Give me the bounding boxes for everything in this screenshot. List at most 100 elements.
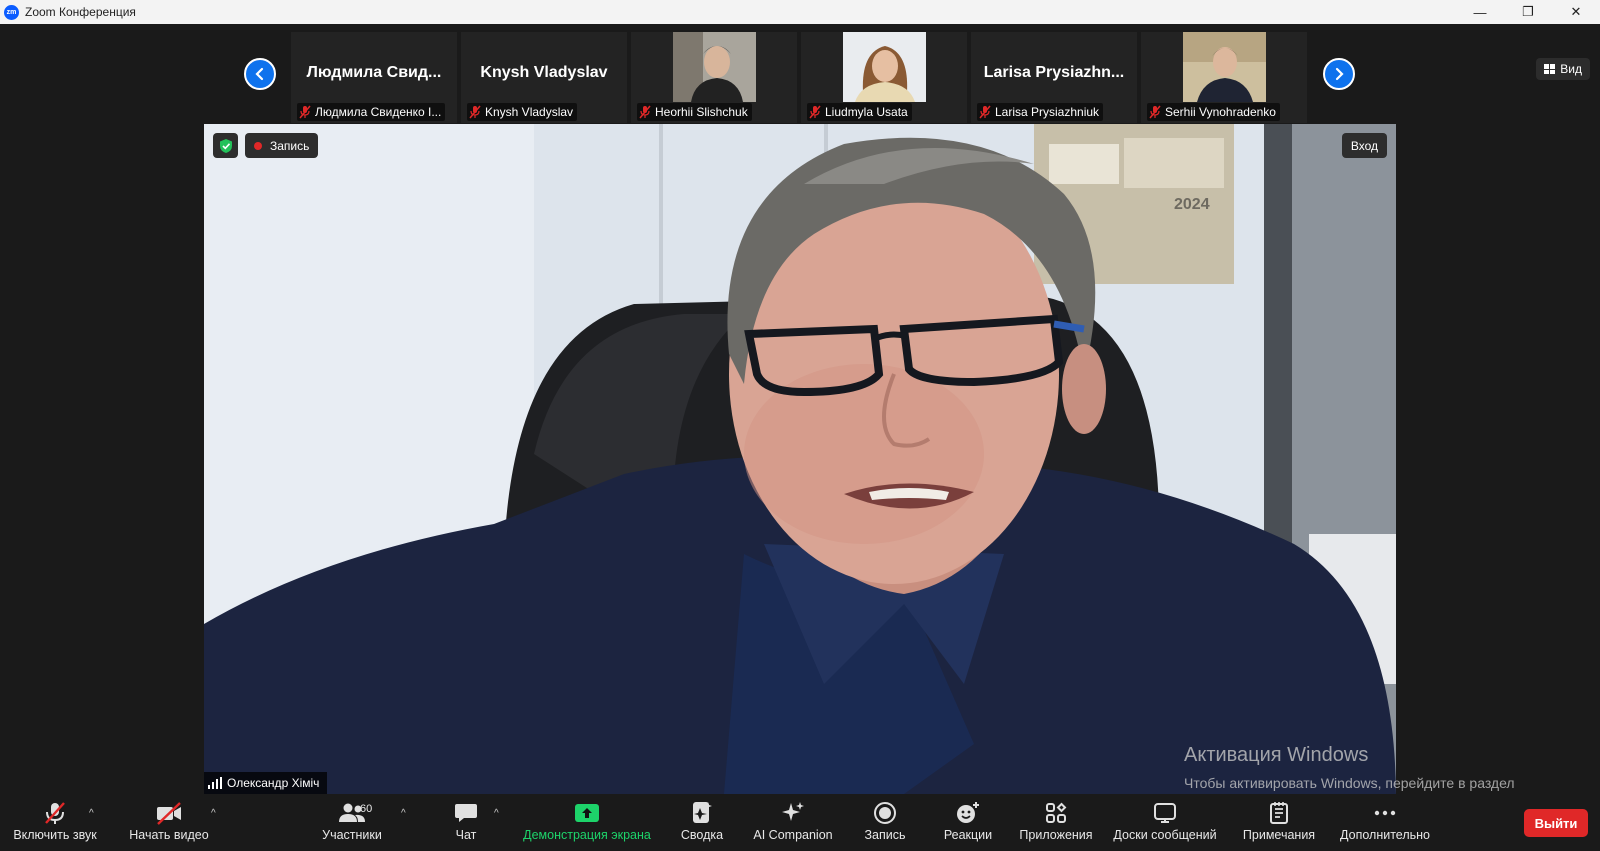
view-button-label: Вид — [1560, 62, 1582, 76]
video-off-icon — [157, 802, 181, 825]
share-screen-button[interactable]: Демонстрация экрана — [520, 800, 654, 848]
zoom-logo-icon: zm — [4, 4, 19, 20]
calendar-year-text: 2024 — [1174, 196, 1210, 213]
reactions-icon — [957, 802, 979, 823]
participants-options-caret-icon[interactable]: ^ — [401, 808, 406, 819]
chat-options-caret-icon[interactable]: ^ — [494, 808, 499, 819]
gallery-prev-button[interactable] — [244, 58, 276, 90]
participant-name: Людмила Свиденко I... — [315, 105, 442, 119]
record-button[interactable]: Запись — [860, 800, 910, 848]
whiteboards-label: Доски сообщений — [1113, 828, 1217, 842]
participant-name: Liudmyla Usata — [825, 105, 908, 119]
participant-video — [843, 32, 926, 102]
close-button[interactable]: ✕ — [1552, 0, 1600, 24]
summary-icon — [693, 802, 712, 823]
reactions-button[interactable]: Реакции — [940, 800, 996, 848]
encryption-shield-icon[interactable] — [213, 133, 238, 158]
speaker-name-label: Олександр Хіміч — [204, 772, 328, 794]
whiteboard-icon — [1154, 803, 1176, 823]
mic-muted-icon — [45, 802, 65, 824]
reactions-label: Реакции — [943, 828, 993, 842]
participant-name: Serhii Vynohradenko — [1165, 105, 1276, 119]
start-video-button[interactable]: Начать видео — [124, 800, 214, 848]
leave-button[interactable]: Выйти — [1524, 809, 1588, 837]
apps-icon — [1046, 802, 1067, 823]
start-video-label: Начать видео — [129, 828, 209, 842]
participant-label: Knysh Vladyslav — [467, 103, 578, 121]
zoom-window: zm Zoom Конференция — ❐ ✕ Людмила Свид..… — [0, 0, 1600, 851]
share-screen-icon — [575, 804, 599, 822]
active-speaker-video[interactable]: 2024 Запись Вход Олександр Хіміч — [204, 124, 1396, 794]
whiteboards-button[interactable]: Доски сообщений — [1110, 800, 1220, 848]
chat-button[interactable]: Чат — [446, 800, 486, 848]
participants-label: Участники — [322, 828, 382, 842]
participants-count: 60 — [360, 803, 373, 815]
audio-options-caret-icon[interactable]: ^ — [89, 808, 94, 819]
unmute-button[interactable]: Включить звук — [10, 800, 100, 848]
participant-label: Liudmyla Usata — [807, 103, 912, 121]
participants-button[interactable]: 60 Участники — [316, 800, 388, 848]
participant-display-name: Larisa Prysiazhn... — [983, 64, 1125, 81]
participant-label: Heorhii Slishchuk — [637, 103, 752, 121]
participant-display-name: Людмила Свид... — [306, 64, 442, 81]
summary-label: Сводка — [680, 828, 724, 842]
notes-icon — [1270, 802, 1288, 824]
chevron-left-icon — [255, 67, 264, 81]
unmute-label: Включить звук — [13, 828, 97, 842]
ai-companion-label: AI Companion — [753, 828, 833, 842]
gallery-strip: Людмила Свид... Людмила Свиденко I... Kn… — [0, 24, 1600, 123]
participant-video — [1183, 32, 1266, 102]
participant-tile[interactable]: Serhii Vynohradenko — [1141, 32, 1307, 123]
enter-button[interactable]: Вход — [1341, 133, 1387, 158]
more-dots-icon — [1374, 810, 1396, 816]
more-label: Дополнительно — [1340, 828, 1430, 842]
gallery-next-button[interactable] — [1323, 58, 1355, 90]
chevron-right-icon — [1335, 67, 1344, 81]
view-button[interactable]: Вид — [1536, 58, 1590, 80]
notes-label: Примечания — [1242, 828, 1316, 842]
grid-icon — [1544, 64, 1556, 74]
participant-name: Knysh Vladyslav — [485, 105, 574, 119]
window-title: Zoom Конференция — [25, 5, 136, 19]
apps-button[interactable]: Приложения — [1016, 800, 1096, 848]
participant-tile[interactable]: Knysh Vladyslav Knysh Vladyslav — [461, 32, 627, 123]
restore-button[interactable]: ❐ — [1504, 0, 1552, 24]
chat-icon — [455, 804, 477, 822]
speaker-name: Олександр Хіміч — [227, 776, 320, 790]
share-screen-label: Демонстрация экрана — [523, 828, 651, 842]
notes-button[interactable]: Примечания — [1240, 800, 1318, 848]
participant-tile[interactable]: Людмила Свид... Людмила Свиденко I... — [291, 32, 457, 123]
speaker-video-frame: 2024 — [204, 124, 1396, 794]
participant-tile[interactable]: Heorhii Slishchuk — [631, 32, 797, 123]
participant-name: Larisa Prysiazhniuk — [995, 105, 1100, 119]
apps-label: Приложения — [1019, 828, 1093, 842]
more-button[interactable]: Дополнительно — [1338, 800, 1432, 848]
record-label: Запись — [864, 828, 906, 842]
participant-video — [673, 32, 756, 102]
participant-label: Serhii Vynohradenko — [1147, 103, 1280, 121]
minimize-button[interactable]: — — [1456, 0, 1504, 24]
recording-label: Запись — [270, 138, 310, 153]
ai-companion-button[interactable]: AI Companion — [750, 800, 836, 848]
participant-display-name: Knysh Vladyslav — [480, 64, 608, 81]
video-options-caret-icon[interactable]: ^ — [211, 808, 216, 819]
participant-tile[interactable]: Larisa Prysiazhn... Larisa Prysiazhniuk — [971, 32, 1137, 123]
record-icon — [874, 802, 896, 824]
meeting-toolbar: Включить звук ^ Начать видео ^ 60 Участн… — [0, 796, 1600, 851]
title-bar: zm Zoom Конференция — ❐ ✕ — [0, 0, 1600, 24]
ai-sparkle-icon — [782, 802, 804, 821]
mic-muted-icon — [1149, 105, 1161, 119]
signal-strength-icon — [208, 777, 222, 789]
mic-muted-icon — [639, 105, 651, 119]
window-controls: — ❐ ✕ — [1456, 0, 1600, 24]
participant-label: Людмила Свиденко I... — [297, 103, 446, 121]
mic-muted-icon — [809, 105, 821, 119]
recording-dot-icon — [254, 141, 262, 150]
recording-indicator[interactable]: Запись — [245, 133, 319, 158]
mic-muted-icon — [469, 105, 481, 119]
summary-button[interactable]: Сводка — [676, 800, 728, 848]
participant-name: Heorhii Slishchuk — [655, 105, 748, 119]
mic-muted-icon — [299, 105, 311, 119]
mic-muted-icon — [979, 105, 991, 119]
participant-tile[interactable]: Liudmyla Usata — [801, 32, 967, 123]
